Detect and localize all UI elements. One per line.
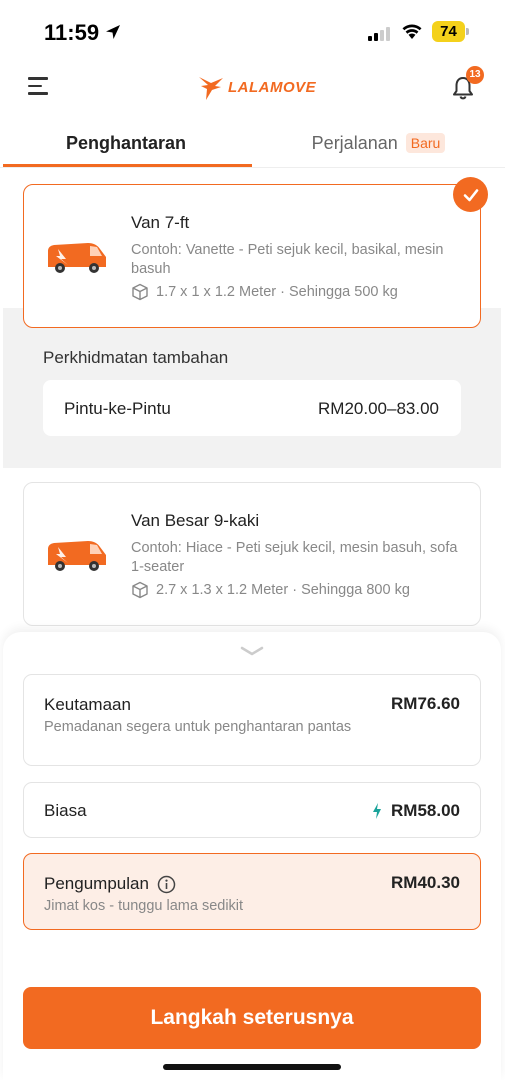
van-icon [48,541,106,571]
option-price: RM40.30 [391,873,460,892]
option-description: Pemadanan segera untuk penghantaran pant… [44,719,352,735]
addon-price: RM20.00–83.00 [318,399,439,418]
vehicle-card-van-7ft[interactable]: Van 7-ft Contoh: Vanette - Peti sejuk ke… [23,184,481,328]
wifi-icon [402,24,422,39]
vehicle-spec: 1.7 x 1 x 1.2 Meter · Sehingga 500 kg [131,283,398,301]
option-name: Keutamaan [44,695,131,714]
notification-badge: 13 [466,66,484,84]
logo-text: LALAMOVE [228,78,317,96]
hamburger-menu-icon[interactable] [28,77,48,95]
new-badge: Baru [405,133,446,153]
home-indicator [163,1064,341,1070]
delivery-option-biasa[interactable]: Biasa RM58.00 [23,782,481,838]
status-time: 11:59 [44,20,100,45]
option-description: Jimat kos - tunggu lama sedikit [44,898,244,914]
vehicle-title: Van 7-ft [131,213,190,232]
option-name: Biasa [44,801,87,820]
delivery-option-pengumpulan[interactable]: Pengumpulan RM40.30 Jimat kos - tunggu l… [23,853,481,930]
option-name: Pengumpulan [44,874,149,893]
battery-icon: 74 [432,21,470,42]
option-name-wrap: Pengumpulan [44,874,176,894]
addon-name: Pintu-ke-Pintu [64,399,171,418]
chevron-down-icon[interactable] [239,644,265,658]
vehicle-spec-text: 2.7 x 1.3 x 1.2 Meter · Sehingga 800 kg [156,582,410,598]
vehicle-card-van-besar-9ft[interactable]: Van Besar 9-kaki Contoh: Hiace - Peti se… [23,482,481,626]
vehicle-spec-text: 1.7 x 1 x 1.2 Meter · Sehingga 500 kg [156,284,398,300]
vehicle-title: Van Besar 9-kaki [131,511,260,530]
additional-services-title: Perkhidmatan tambahan [43,348,229,367]
tab-perjalanan[interactable]: Perjalanan Baru [252,118,505,168]
location-arrow-icon [106,25,120,39]
option-price-wrap: RM58.00 [371,801,460,821]
addon-door-to-door[interactable]: Pintu-ke-Pintu RM20.00–83.00 [43,380,461,436]
selected-check-icon [453,177,488,212]
delivery-option-keutamaan[interactable]: Keutamaan RM76.60 Pemadanan segera untuk… [23,674,481,766]
lalamove-logo: LALAMOVE [196,72,316,102]
tab-bar: Penghantaran Perjalanan Baru [0,118,505,168]
info-icon[interactable] [157,875,176,894]
active-tab-indicator [3,164,252,167]
vehicle-example: Contoh: Vanette - Peti sejuk kecil, basi… [131,242,444,277]
status-bar: 11:59 74 [0,0,505,62]
next-step-button[interactable]: Langkah seterusnya [23,987,481,1049]
box-icon [132,581,148,599]
cellular-signal-icon [368,25,390,41]
battery-level: 74 [432,21,465,42]
tab-penghantaran[interactable]: Penghantaran [0,118,252,168]
vehicle-example: Contoh: Hiace - Peti sejuk kecil, mesin … [131,540,458,575]
tab-label: Penghantaran [65,132,187,153]
lightning-icon [373,803,382,819]
vehicle-spec: 2.7 x 1.3 x 1.2 Meter · Sehingga 800 kg [131,581,410,599]
option-price: RM76.60 [391,694,460,713]
tab-label: Perjalanan [311,132,398,153]
box-icon [132,283,148,301]
option-price: RM58.00 [391,801,460,820]
van-icon [48,243,106,273]
lalamove-horse-icon [199,77,223,100]
